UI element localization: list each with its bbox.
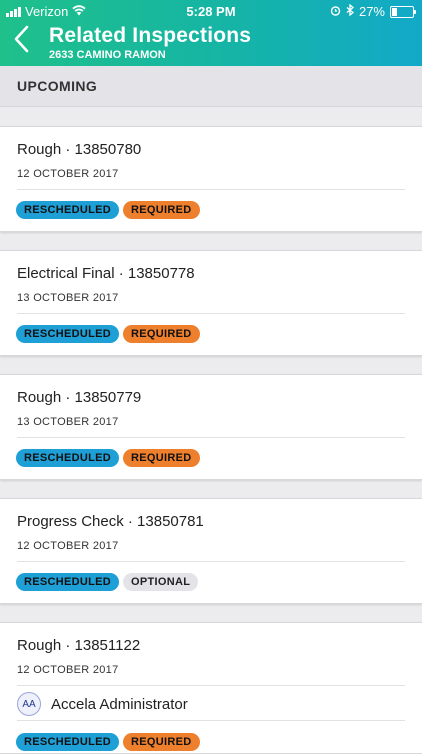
status-badge-resched: RESCHEDULED <box>16 325 120 343</box>
avatar: AA <box>17 692 41 716</box>
inspection-card[interactable]: Electrical Final · 13850778 13 OCTOBER 20… <box>0 250 422 356</box>
status-badge-resched: RESCHEDULED <box>16 449 120 467</box>
section-header-upcoming: UPCOMING <box>0 66 422 107</box>
divider <box>17 437 405 438</box>
page-subtitle: 2633 CAMINO RAMON <box>49 49 166 61</box>
app-header: Verizon 5:28 PM 27% Related Inspections … <box>0 0 422 66</box>
divider <box>17 561 405 562</box>
inspection-card[interactable]: Rough · 13851122 12 OCTOBER 2017 AA Accela … <box>0 622 422 754</box>
section-label: UPCOMING <box>17 78 98 94</box>
alarm-icon <box>330 4 341 19</box>
status-badges: RESCHEDULED REQUIRED <box>16 201 200 219</box>
status-badge-required: REQUIRED <box>123 733 200 751</box>
status-badge-resched: RESCHEDULED <box>16 573 120 591</box>
battery-percent: 27% <box>358 4 385 19</box>
inspection-title: Rough · 13851122 <box>17 637 141 654</box>
inspection-date: 12 OCTOBER 2017 <box>17 540 119 552</box>
divider <box>17 189 405 190</box>
divider <box>17 720 405 721</box>
divider <box>17 685 405 686</box>
assignee-name: Accela Administrator <box>51 695 188 713</box>
bluetooth-icon <box>346 3 354 19</box>
inspection-card[interactable]: Rough · 13850779 13 OCTOBER 2017 RESCHEDUL… <box>0 374 422 480</box>
status-bar: Verizon 5:28 PM 27% <box>0 0 422 22</box>
status-badge-optional: OPTIONAL <box>123 573 199 591</box>
status-badge-required: REQUIRED <box>123 449 200 467</box>
page-title: Related Inspections <box>49 24 252 47</box>
inspection-date: 13 OCTOBER 2017 <box>17 416 119 428</box>
status-badge-required: REQUIRED <box>123 201 200 219</box>
status-badge-required: REQUIRED <box>123 325 200 343</box>
inspection-title: Rough · 13850779 <box>17 389 142 406</box>
inspection-date: 12 OCTOBER 2017 <box>17 168 119 180</box>
assignee: AA Accela Administrator <box>17 692 188 716</box>
status-badges: RESCHEDULED OPTIONAL <box>16 573 199 591</box>
status-badges: RESCHEDULED REQUIRED <box>16 733 200 751</box>
nav-bar: Related Inspections 2633 CAMINO RAMON <box>0 22 422 66</box>
inspection-card[interactable]: Rough · 13850780 12 OCTOBER 2017 RESCHEDUL… <box>0 126 422 232</box>
battery-icon <box>390 5 416 18</box>
inspection-date: 12 OCTOBER 2017 <box>17 664 119 676</box>
status-badge-resched: RESCHEDULED <box>16 733 120 751</box>
inspection-date: 13 OCTOBER 2017 <box>17 292 119 304</box>
inspection-card[interactable]: Progress Check · 13850781 12 OCTOBER 2017… <box>0 498 422 604</box>
inspection-title: Rough · 13850780 <box>17 141 142 158</box>
divider <box>17 313 405 314</box>
status-badge-resched: RESCHEDULED <box>16 201 120 219</box>
inspection-title: Progress Check · 13850781 <box>17 513 204 530</box>
chevron-left-icon <box>14 25 29 53</box>
status-badges: RESCHEDULED REQUIRED <box>16 449 200 467</box>
back-button[interactable] <box>10 24 34 54</box>
inspection-title: Electrical Final · 13850778 <box>17 265 195 282</box>
status-badges: RESCHEDULED REQUIRED <box>16 325 200 343</box>
